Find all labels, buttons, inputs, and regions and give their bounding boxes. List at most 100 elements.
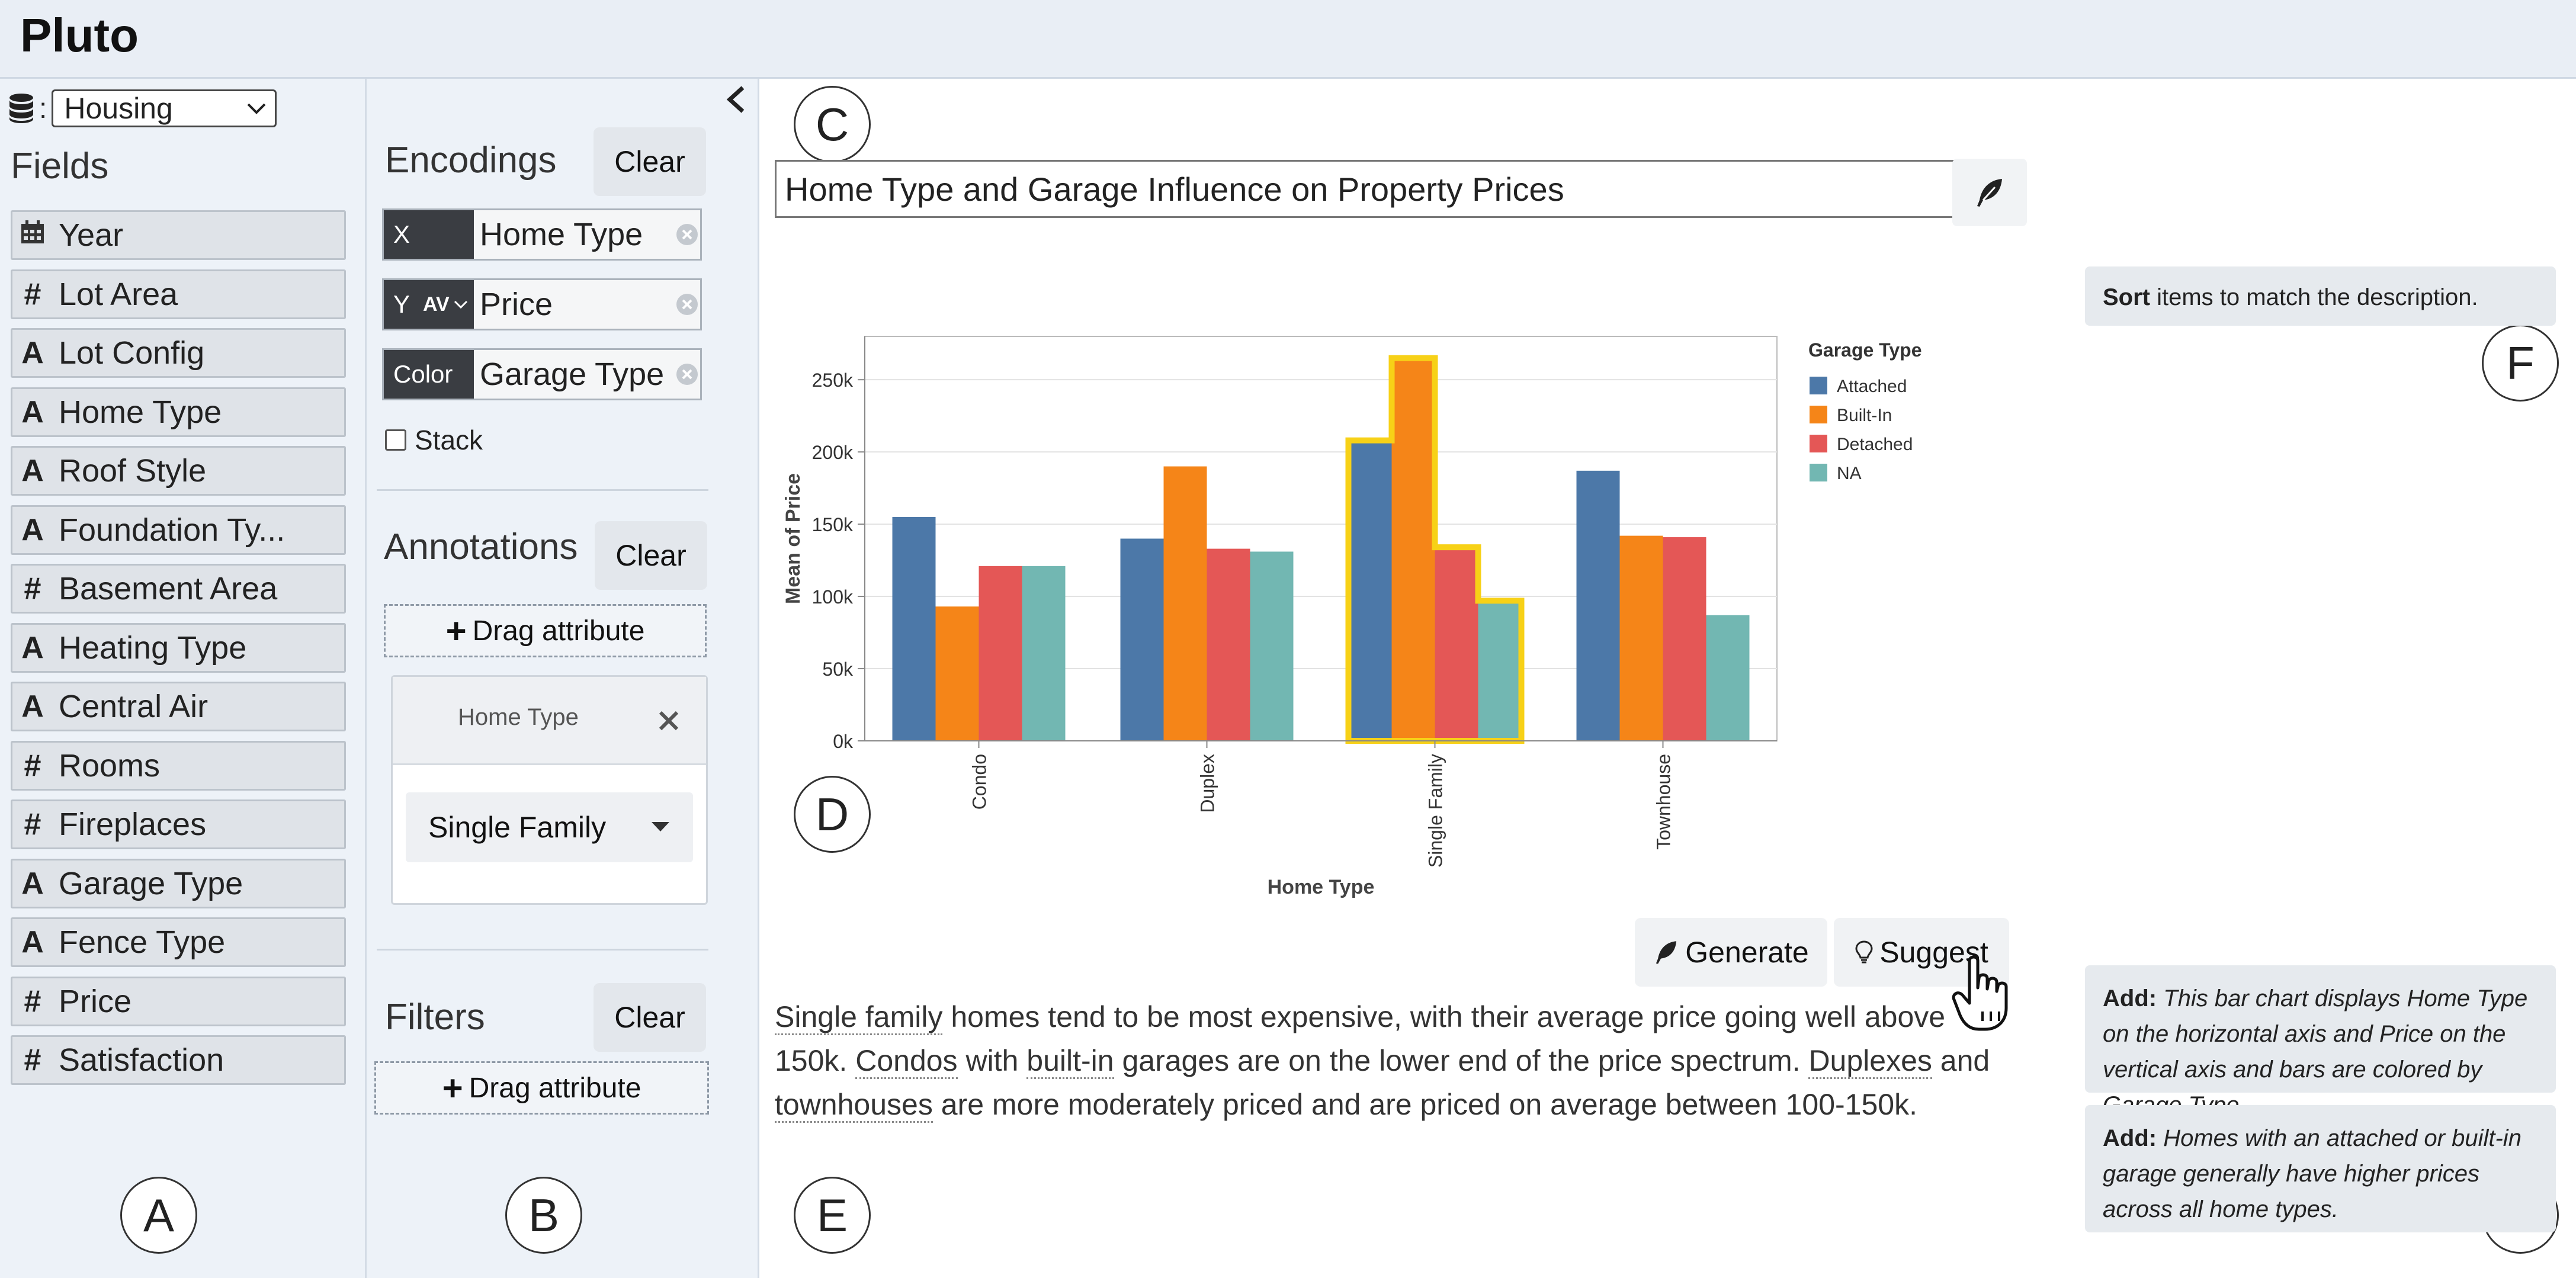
plus-icon: +	[445, 611, 467, 651]
field-label: Fireplaces	[59, 807, 207, 842]
chart-title-input[interactable]: Home Type and Garage Influence on Proper…	[775, 160, 1959, 218]
plus-icon: +	[442, 1068, 463, 1108]
color-encoding-slot[interactable]: Color Garage Type	[382, 348, 702, 400]
close-icon[interactable]	[658, 710, 679, 731]
field-item[interactable]: # Satisfaction	[11, 1035, 346, 1085]
field-item[interactable]: A Lot Config	[11, 328, 346, 378]
database-icon	[9, 94, 33, 123]
y-axis-title: Mean of Price	[782, 473, 804, 604]
bar	[1207, 548, 1250, 741]
annotations-title: Annotations	[384, 526, 578, 567]
chart-description[interactable]: Single family homes tend to be most expe…	[775, 995, 1995, 1126]
linked-phrase[interactable]: Single family	[775, 1000, 943, 1035]
field-item[interactable]: # Basement Area	[11, 564, 346, 614]
number-type-icon: #	[24, 807, 41, 842]
stack-toggle[interactable]: Stack	[385, 424, 483, 456]
chevron-down-icon	[247, 103, 266, 114]
number-type-icon: #	[24, 277, 41, 312]
field-item[interactable]: A Roof Style	[11, 446, 346, 496]
annotations-clear-button[interactable]: Clear	[595, 521, 707, 590]
dataset-select[interactable]: Housing	[52, 89, 277, 127]
marker-e: E	[794, 1177, 871, 1254]
x-tick-label: Townhouse	[1653, 754, 1674, 850]
text-type-icon: A	[21, 394, 44, 429]
field-item[interactable]: A Heating Type	[11, 622, 346, 673]
annotation-value-select[interactable]: Single Family	[406, 792, 693, 862]
divider	[377, 489, 708, 491]
field-item[interactable]: A Fence Type	[11, 917, 346, 967]
clear-circle-icon	[676, 364, 698, 385]
y-encoding-field: Price	[480, 287, 553, 322]
y-encoding-slot[interactable]: Y AV Price	[382, 278, 702, 330]
legend-swatch	[1810, 377, 1827, 394]
divider	[377, 949, 708, 951]
legend-swatch	[1810, 464, 1827, 481]
field-item[interactable]: A Home Type	[11, 387, 346, 437]
field-label: Price	[59, 983, 132, 1019]
bar-chart: 0k 50k 100k 150k 200k 250k Mean of Price Condo D…	[782, 336, 1921, 898]
field-item[interactable]: # Fireplaces	[11, 799, 346, 849]
suggestion-add-2[interactable]: Add: Homes with an attached or built-in …	[2085, 1105, 2556, 1232]
collapse-panel-icon[interactable]	[724, 83, 748, 116]
bar	[1663, 537, 1706, 741]
dataset-label: :	[39, 92, 47, 124]
generate-button[interactable]: Generate	[1635, 918, 1827, 987]
feather-icon	[1656, 941, 1677, 964]
remove-y-encoding[interactable]	[674, 280, 700, 329]
linked-phrase[interactable]: built-in	[1026, 1044, 1114, 1079]
bar	[892, 516, 936, 741]
dataset-select-value: Housing	[64, 92, 173, 125]
clear-circle-icon	[676, 224, 698, 245]
field-label: Heating Type	[59, 630, 247, 666]
stack-checkbox[interactable]	[385, 429, 406, 451]
linked-phrase[interactable]: Duplexes	[1808, 1044, 1932, 1079]
bar	[1706, 615, 1750, 741]
annotation-card: Home Type Single Family	[391, 675, 708, 905]
caret-down-icon	[652, 822, 669, 831]
bar	[935, 606, 979, 741]
suggestion-sort[interactable]: Sort items to match the description.	[2085, 266, 2556, 326]
stack-label: Stack	[415, 425, 483, 455]
linked-phrase[interactable]: Condos	[855, 1044, 958, 1079]
field-item[interactable]: Year	[11, 210, 346, 260]
marker-f: F	[2482, 325, 2559, 402]
y-tick-label: 250k	[812, 370, 854, 391]
description-text: with	[957, 1044, 1027, 1077]
text-type-icon: A	[21, 454, 44, 488]
lightbulb-icon	[1855, 940, 1873, 964]
filters-drop-zone[interactable]: + Drag attribute	[374, 1061, 709, 1115]
legend-label: Attached	[1837, 377, 1907, 396]
legend-label: Detached	[1837, 435, 1913, 454]
field-item[interactable]: # Lot Area	[11, 269, 346, 319]
remove-x-encoding[interactable]	[674, 210, 700, 259]
aggregate-dropdown[interactable]: AV	[423, 293, 450, 316]
bar	[1391, 358, 1435, 741]
marker-a: A	[120, 1177, 197, 1254]
description-text: and	[1932, 1044, 1990, 1077]
x-encoding-slot[interactable]: X Home Type	[382, 208, 702, 261]
remove-color-encoding[interactable]	[674, 350, 700, 399]
encodings-clear-button[interactable]: Clear	[594, 127, 706, 196]
field-item[interactable]: A Central Air	[11, 682, 346, 731]
generate-title-button[interactable]	[1952, 159, 2027, 226]
chevron-down-icon	[454, 300, 467, 309]
field-item[interactable]: A Garage Type	[11, 858, 346, 908]
field-item[interactable]: # Rooms	[11, 740, 346, 791]
text-type-icon: A	[21, 925, 44, 959]
suggestion-add-1[interactable]: Add: This bar chart displays Home Type o…	[2085, 965, 2556, 1118]
suggestion-action: Sort	[2103, 284, 2150, 310]
annotations-drop-zone[interactable]: + Drag attribute	[384, 604, 707, 657]
feather-icon	[1977, 179, 2002, 207]
linked-phrase[interactable]: townhouses	[775, 1088, 933, 1123]
bar	[1163, 466, 1207, 741]
field-item[interactable]: A Foundation Ty...	[11, 505, 346, 555]
marker-b: B	[505, 1177, 582, 1254]
drag-attribute-label: Drag attribute	[472, 615, 645, 647]
field-item[interactable]: # Price	[11, 976, 346, 1026]
text-type-icon: A	[21, 630, 44, 665]
suggestion-text: items to match the description.	[2150, 284, 2478, 310]
filters-clear-button[interactable]: Clear	[594, 983, 706, 1052]
field-label: Central Air	[59, 689, 208, 724]
y-tick-label: 150k	[812, 514, 854, 535]
generate-label: Generate	[1685, 936, 1809, 969]
